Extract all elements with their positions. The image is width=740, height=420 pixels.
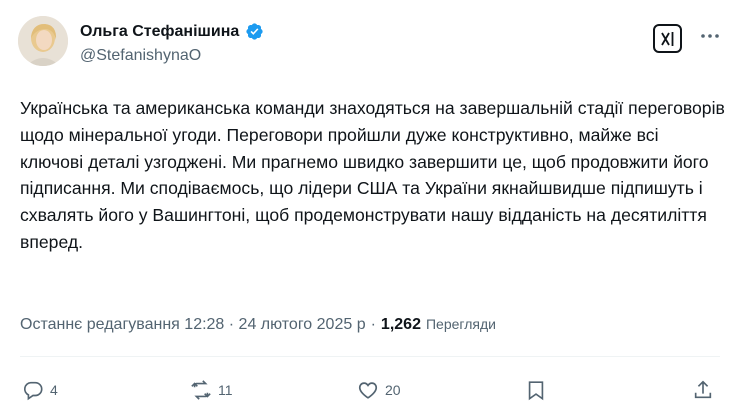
avatar[interactable] [18,16,68,66]
edited-timestamp[interactable]: Останнє редагування 12:28 · 24 лютого 20… [20,316,366,334]
grok-icon [660,31,673,46]
tweet-text: Українська та американська команди знахо… [20,98,725,252]
repost-count: 11 [218,382,233,398]
repost-button[interactable]: 11 [190,372,233,408]
tweet-meta: Останнє редагування 12:28 · 24 лютого 20… [20,316,496,334]
divider [20,356,720,357]
bookmark-icon [528,381,544,401]
reply-button[interactable]: 4 [22,372,58,408]
share-button[interactable] [692,372,714,408]
action-bar: 4 11 20 [0,372,740,408]
share-icon [694,380,712,399]
bookmark-button[interactable] [525,372,547,408]
verified-badge-icon [246,23,263,40]
grok-button[interactable] [653,24,682,53]
reply-count: 4 [50,382,58,398]
author-name[interactable]: Ольга Стефанішина [80,23,239,41]
like-icon [358,382,378,399]
more-button[interactable] [696,22,724,50]
author-row: Ольга Стефанішина [80,22,264,41]
reply-icon [24,381,43,401]
meta-separator: · [370,316,376,333]
author-handle[interactable]: @StefanishynaO [80,47,201,65]
avatar-image [18,16,68,66]
repost-icon [191,380,211,400]
like-button[interactable]: 20 [357,372,401,408]
views-count: 1,262 [380,316,421,333]
like-count: 20 [385,382,401,398]
views-label: Перегляди [425,316,496,332]
more-icon [701,34,719,38]
